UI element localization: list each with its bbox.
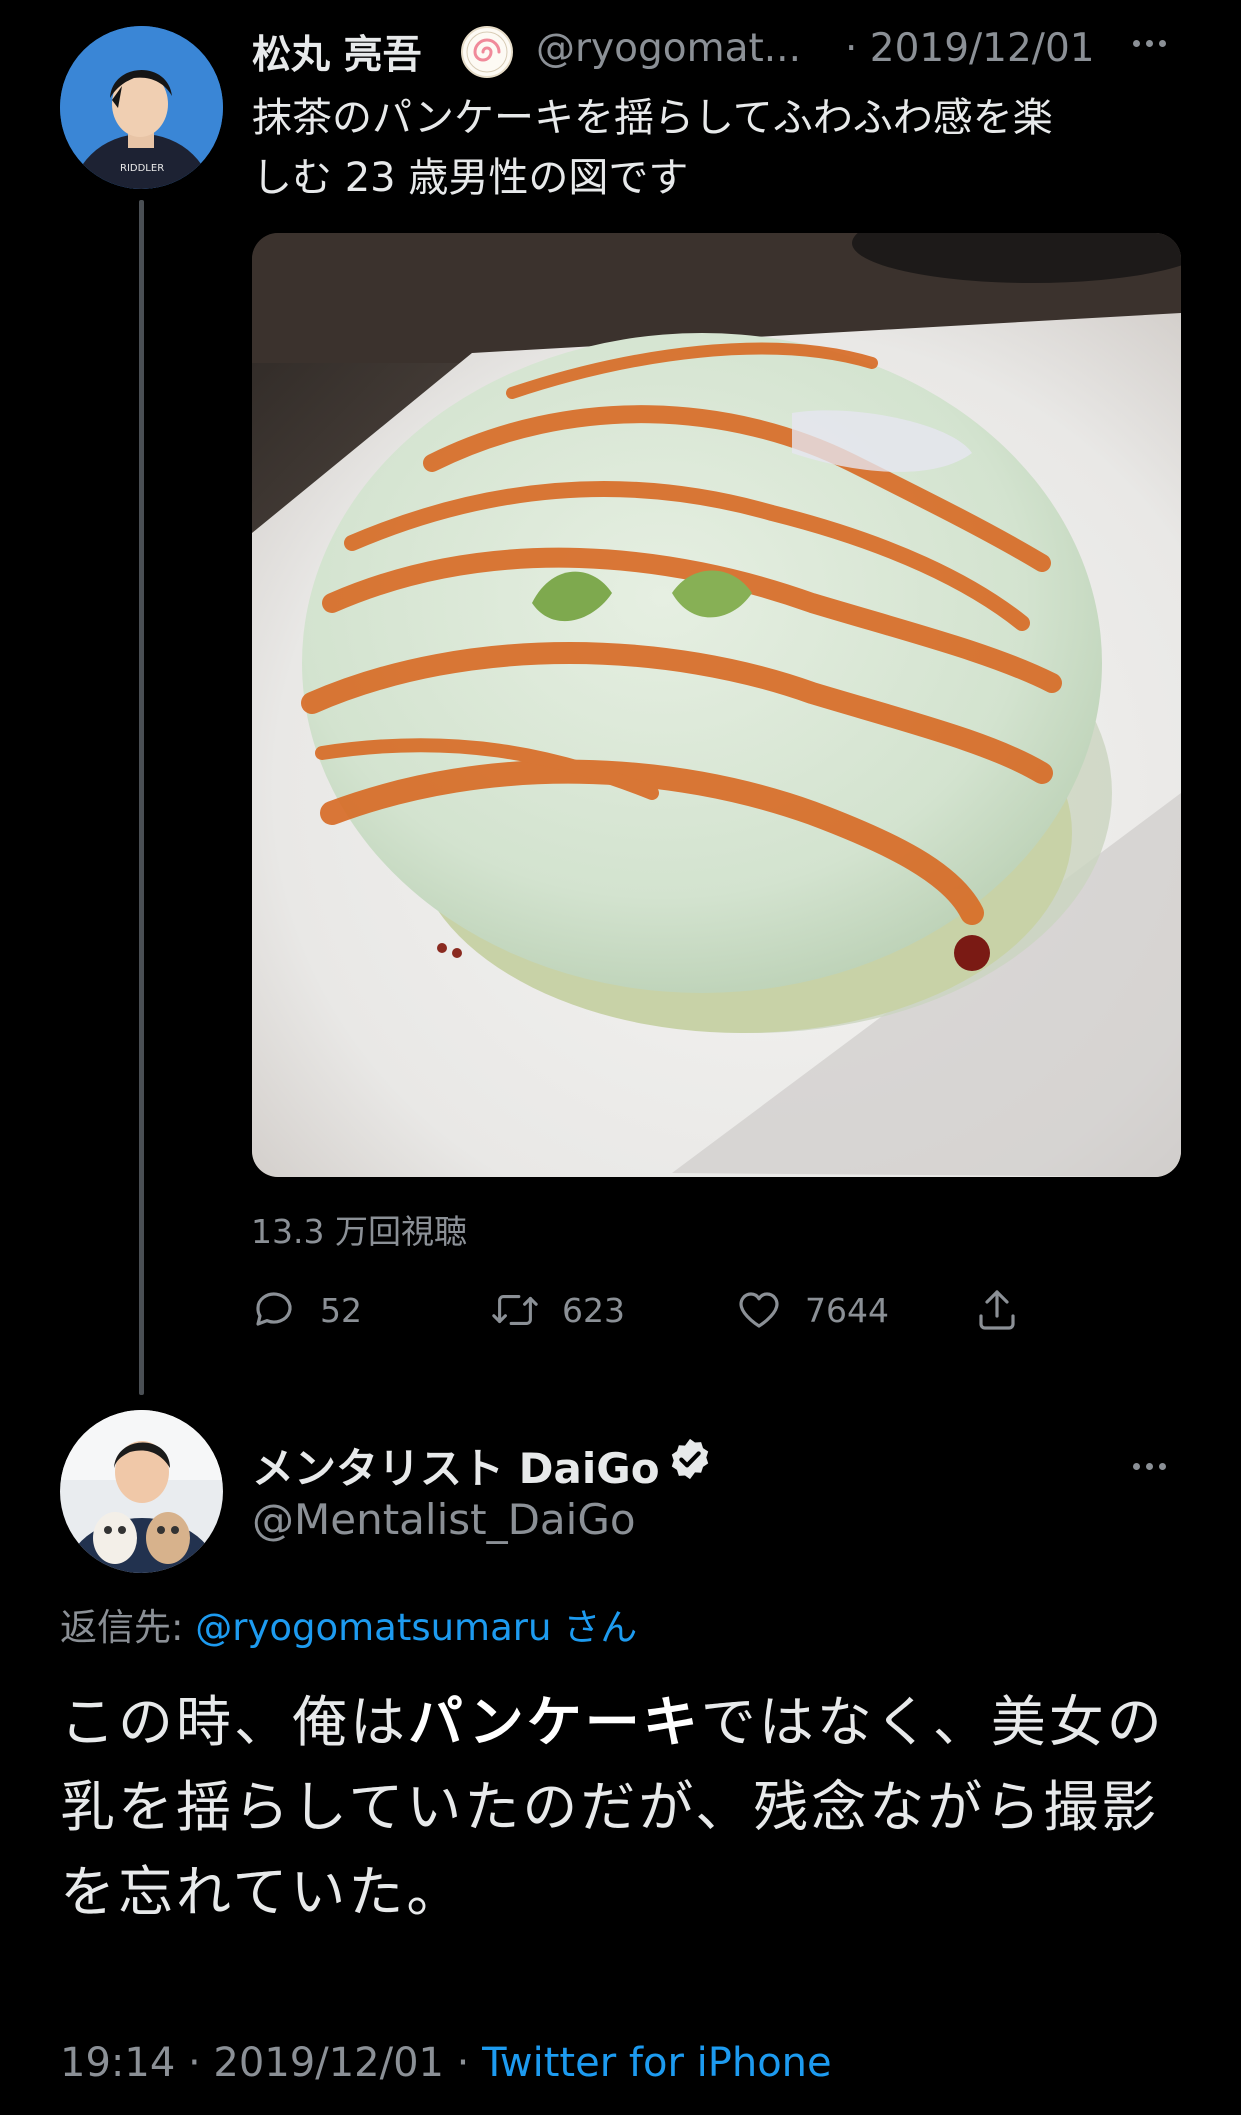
tweet-timestamp[interactable]: 19:14 · 2019/12/01 · [60, 2040, 482, 2086]
share-icon [979, 1290, 1015, 1330]
retweet-icon [492, 1295, 538, 1325]
reply-handle-link[interactable]: @ryogomatsumaru [195, 1606, 551, 1649]
display-name[interactable]: 松丸 亮吾 [252, 24, 422, 80]
avatar-image [60, 1410, 223, 1573]
avatar-image: RIDDLER [60, 26, 223, 189]
replying-to-label: 返信先: [60, 1606, 196, 1649]
user-handle[interactable]: @Mentalist_DaiGo [252, 1495, 636, 1544]
heart-icon [739, 1292, 779, 1328]
pancake-image [252, 233, 1181, 1177]
reply-count: 52 [320, 1290, 362, 1330]
tweet-footer: 19:14 · 2019/12/01 · Twitter for iPhone [60, 2040, 832, 2086]
like-count: 7644 [805, 1290, 889, 1330]
tweet-date[interactable]: · 2019/12/01 [845, 26, 1095, 71]
avatar[interactable] [60, 1410, 223, 1573]
view-count: 13.3 万回視聴 [251, 1212, 467, 1251]
like-button[interactable]: 7644 [735, 1285, 889, 1335]
display-name[interactable]: メンタリスト DaiGo [252, 1435, 660, 1496]
reply-button[interactable]: 52 [250, 1285, 362, 1335]
more-options-icon[interactable] [1133, 32, 1172, 51]
avatar[interactable]: RIDDLER [60, 26, 223, 189]
more-options-icon[interactable] [1133, 1455, 1172, 1474]
tweet-text-part: この時、俺は [60, 1690, 409, 1754]
tweet-text-line: 抹茶のパンケーキを揺らしてふわふわ感を楽 [252, 95, 1053, 141]
thread-connector-line [139, 200, 144, 1395]
retweet-button[interactable]: 623 [490, 1285, 625, 1335]
affiliate-badge-icon [460, 25, 514, 79]
tweet-source-link[interactable]: Twitter for iPhone [482, 2040, 832, 2086]
user-handle[interactable]: @ryogomat... [536, 26, 801, 71]
tweet-text-bold: パンケーキ [408, 1690, 701, 1754]
tweet-text-line: しむ 23 歳男性の図です [252, 155, 689, 201]
tweet-video[interactable] [252, 233, 1181, 1177]
tweet-text: この時、俺はパンケーキではなく、美女の乳を揺らしていたのだが、残念ながら撮影を忘… [60, 1680, 1180, 1935]
tweet-text: 抹茶のパンケーキを揺らしてふわふわ感を楽 しむ 23 歳男性の図です [252, 88, 1152, 208]
verified-badge-icon [667, 1436, 713, 1482]
reply-icon [256, 1292, 292, 1326]
share-button[interactable] [973, 1285, 1021, 1335]
reply-handle-suffix[interactable]: さん [551, 1606, 637, 1649]
avatar-shirt-text: RIDDLER [120, 163, 164, 174]
retweet-count: 623 [562, 1290, 625, 1330]
replying-to: 返信先: @ryogomatsumaru さん [60, 1597, 637, 1651]
